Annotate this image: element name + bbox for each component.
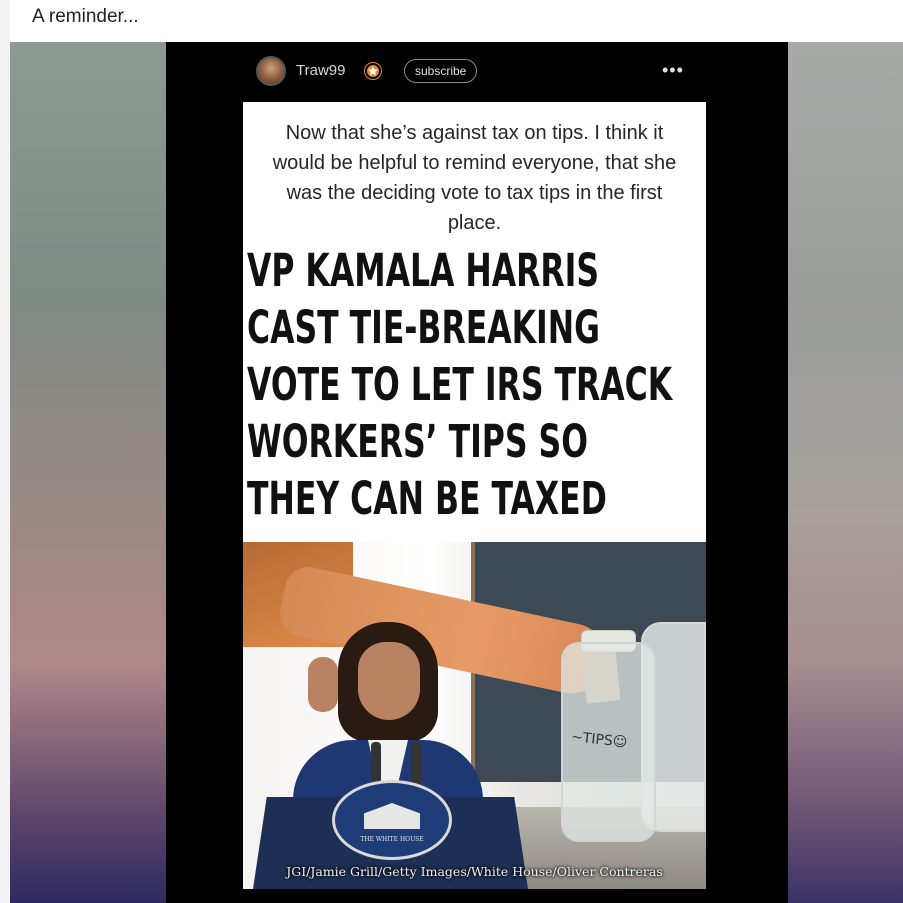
headline-line: WORKERS’ TIPS SO xyxy=(247,415,588,468)
embedded-post: Traw99 subscribe ••• Now that she’s agai… xyxy=(166,42,788,903)
subscribe-button[interactable]: subscribe xyxy=(404,59,478,83)
username[interactable]: Traw99 xyxy=(296,62,345,79)
blurred-background-left xyxy=(10,42,166,903)
star-badge-icon xyxy=(365,63,381,79)
left-gutter xyxy=(0,0,10,903)
photo-credit: JGI/Jamie Grill/Getty Images/White House… xyxy=(286,864,663,879)
headline-line: CAST TIE-BREAKING xyxy=(247,301,600,354)
news-photo: ~TIPS☺ THE WHITE HOUSE JGI/Jamie Grill/G… xyxy=(243,542,706,889)
white-house-icon xyxy=(364,803,420,829)
media-viewer[interactable]: Traw99 subscribe ••• Now that she’s agai… xyxy=(10,42,903,903)
white-house-seal: THE WHITE HOUSE xyxy=(332,780,452,860)
more-options-icon[interactable]: ••• xyxy=(662,60,684,81)
face xyxy=(358,642,420,720)
raised-hand xyxy=(308,657,338,712)
meme-quote-text: Now that she’s against tax on tips. I th… xyxy=(272,122,677,234)
meme-image: Now that she’s against tax on tips. I th… xyxy=(243,102,706,889)
post-caption-bar: A reminder... xyxy=(10,0,903,42)
avatar[interactable] xyxy=(256,56,286,86)
post-caption: A reminder... xyxy=(32,6,139,27)
seal-text: THE WHITE HOUSE xyxy=(360,836,424,843)
post-header: Traw99 subscribe ••• xyxy=(166,56,788,88)
headline-line: VP KAMALA HARRIS xyxy=(247,244,600,297)
meme-headline: VP KAMALA HARRIS CAST TIE-BREAKING VOTE … xyxy=(247,242,673,527)
headline-line: VOTE TO LET IRS TRACK xyxy=(247,358,673,411)
headline-line: THEY CAN BE TAXED xyxy=(247,472,607,525)
blurred-background-right xyxy=(788,42,903,903)
